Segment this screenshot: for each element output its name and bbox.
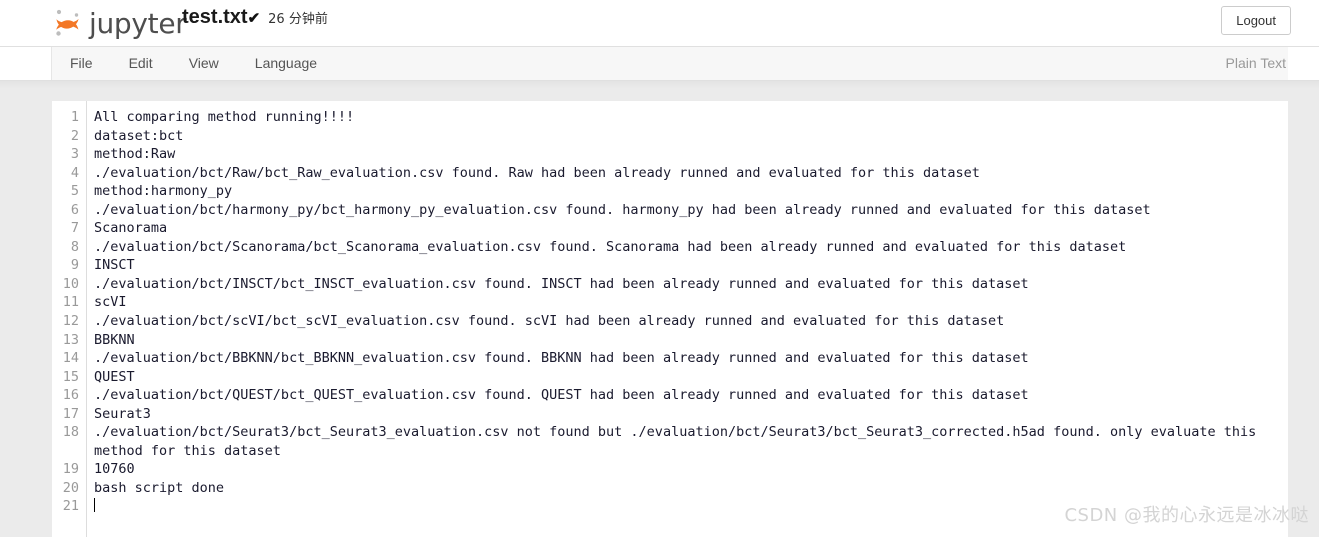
line-number: 11 [62,294,79,311]
line-number: 14 [62,350,79,367]
menu-bar: File Edit View Language Plain Text [0,47,1319,81]
code-line: 10760 [94,461,135,478]
code-line: scVI [94,294,127,311]
line-number: 6 [70,201,79,218]
line-number: 5 [70,183,79,200]
line-number: 1 [70,109,79,125]
page-body: 1 2 3 4 5 6 7 8 9 10 11 12 13 14 15 16 17 18 19 20 21 All co… [0,81,1319,537]
code-line: Seurat3 [94,405,151,422]
saved-check-icon: ✔ [247,10,261,27]
menu-item-language[interactable]: Language [237,47,335,80]
line-number: 10 [62,275,79,292]
code-line: dataset:bct [94,127,184,144]
line-number: 17 [62,405,79,422]
last-saved-label: 26 分钟前 [268,12,328,27]
line-number: 3 [70,146,79,163]
logout-button[interactable]: Logout [1221,6,1291,35]
code-line: All comparing method running!!!! [94,109,355,125]
text-cursor [94,498,95,513]
code-line: method:Raw [94,146,176,163]
menu-item-view[interactable]: View [171,47,237,80]
code-line: INSCT [94,257,135,274]
text-editor[interactable]: 1 2 3 4 5 6 7 8 9 10 11 12 13 14 15 16 17 18 19 20 21 All co… [52,101,1288,537]
line-number: 18 [62,424,79,441]
menu-item-file[interactable]: File [52,47,111,80]
file-title-area[interactable]: test.txt ✔ 26 分钟前 [182,6,328,36]
code-line: QUEST [94,368,135,385]
line-number: 9 [70,257,79,274]
menu-item-edit[interactable]: Edit [111,47,171,80]
code-line: ./evaluation/bct/BBKNN/bct_BBKNN_evaluat… [94,350,1029,367]
menubar-right-spacer [1288,47,1319,80]
code-line: ./evaluation/bct/QUEST/bct_QUEST_evaluat… [94,387,1029,404]
menubar-left-spacer [0,47,52,80]
code-line: ./evaluation/bct/scVI/bct_scVI_evaluatio… [94,313,1005,330]
file-name: test.txt [182,6,248,28]
app-header: jupyter test.txt ✔ 26 分钟前 Logout [0,0,1319,47]
code-area[interactable]: All comparing method running!!!! dataset:… [88,101,1288,516]
line-number: 19 [62,461,79,478]
code-line: bash script done [94,479,225,496]
brand-area[interactable]: jupyter [52,2,187,44]
line-number: 7 [70,220,79,237]
code-line: ./evaluation/bct/harmony_py/bct_harmony_… [94,201,1151,218]
line-number-gutter: 1 2 3 4 5 6 7 8 9 10 11 12 13 14 15 16 17 18 19 20 21 [52,101,87,537]
code-line [94,497,1288,516]
line-number: 8 [70,238,79,255]
menu-items: File Edit View Language [52,47,335,80]
code-line: ./evaluation/bct/Raw/bct_Raw_evaluation.… [94,164,980,181]
page-background: 1 2 3 4 5 6 7 8 9 10 11 12 13 14 15 16 17 18 19 20 21 All co… [0,81,1319,537]
line-number: 4 [70,164,79,181]
line-number: 16 [62,387,79,404]
code-line: ./evaluation/bct/Scanorama/bct_Scanorama… [94,238,1127,255]
brand-name: jupyter [89,6,187,40]
line-number: 20 [62,479,79,496]
code-line: ./evaluation/bct/INSCT/bct_INSCT_evaluat… [94,275,1029,292]
line-number: 12 [62,313,79,330]
language-mode-label[interactable]: Plain Text [1226,47,1286,80]
line-number: 2 [70,127,79,144]
code-line: Scanorama [94,220,168,237]
code-line: ./evaluation/bct/Seurat3/bct_Seurat3_eva… [94,424,1265,459]
line-number: 21 [62,498,79,515]
code-line: method:harmony_py [94,183,233,200]
line-number: 13 [62,331,79,348]
code-line: BBKNN [94,331,135,348]
jupyter-logo-icon [52,5,84,41]
codemirror-surface[interactable]: 1 2 3 4 5 6 7 8 9 10 11 12 13 14 15 16 17 18 19 20 21 All co… [52,101,1288,537]
line-number: 15 [62,368,79,385]
